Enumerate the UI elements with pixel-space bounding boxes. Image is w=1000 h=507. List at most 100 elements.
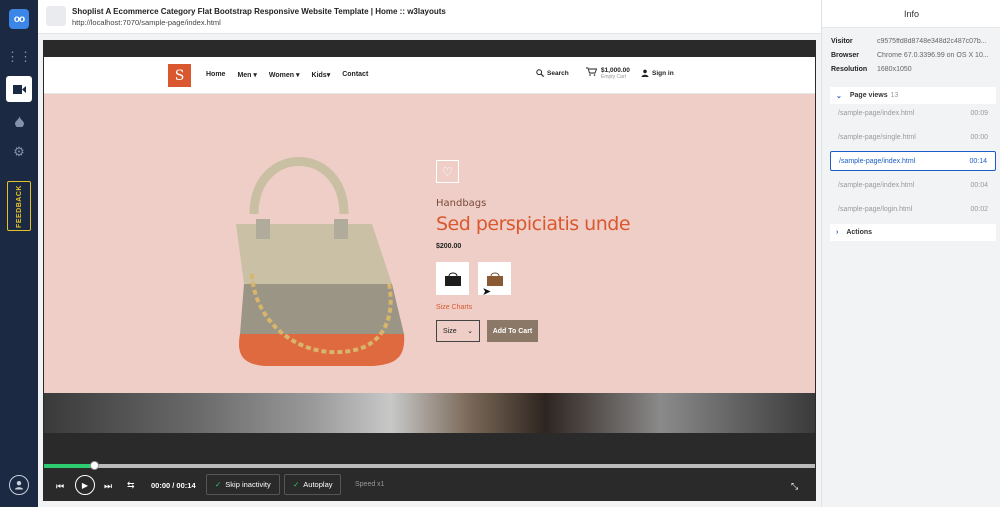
play-button[interactable]: ▶ [75,475,95,495]
wishlist-heart-icon[interactable]: ♡ [436,160,459,183]
check-icon: ✓ [293,480,300,489]
chevron-down-icon: ⌄ [467,328,473,335]
player-controls: ⏮ ▶ ⏭ ⇆ 00:00 / 00:14 ✓ Skip inactivity ✓… [43,472,816,501]
video-camera-icon-svg [12,84,26,94]
size-select-value: Size [443,327,457,335]
page-view-path: /sample-page/index.html [838,181,915,189]
page-view-item[interactable]: /sample-page/index.html 00:04 [830,175,996,195]
favicon-placeholder [46,6,66,26]
add-to-cart-button[interactable]: Add To Cart [487,320,538,342]
site-menu: Home Men ▾ Women ▾ Kids▾ Contact [206,71,380,79]
page-views-count: 13 [890,92,899,99]
page-view-path: /sample-page/single.html [838,133,916,141]
product-thumbnail-black[interactable] [436,262,469,295]
user-icon-svg [15,481,23,490]
actions-header[interactable]: › Actions [830,224,996,241]
search-label: Search [547,69,569,77]
resolution-label: Resolution [831,66,868,73]
mouse-cursor-icon: ➤ [482,286,492,298]
info-panel: Info Visitor c9575ffd8d8748e348d2c487c07… [821,0,1000,507]
user-avatar-icon[interactable] [9,475,29,495]
street-photo-banner [44,393,815,433]
app-logo[interactable]: oo [9,9,29,29]
search-icon [536,69,544,77]
loop-icon[interactable]: ⇆ [127,480,135,491]
skip-inactivity-toggle[interactable]: ✓ Skip inactivity [206,474,280,495]
product-category: Handbags [436,198,487,209]
page-views-label: Page views [849,92,888,99]
drop-icon-svg [14,115,24,127]
page-view-item[interactable]: /sample-page/index.html 00:09 [830,103,996,123]
visitor-label: Visitor [831,38,853,45]
user-icon [641,69,649,77]
product-hero: ♡ Handbags Sed perspiciatis unde $200.00… [44,94,815,393]
page-views-header[interactable]: ⌄ Page views 13 [830,87,996,104]
page-view-item[interactable]: /sample-page/single.html 00:00 [830,127,996,147]
autoplay-label: Autoplay [303,480,333,489]
size-select[interactable]: Size ⌄ [436,320,480,342]
replay-progress-fill [44,464,95,468]
app-logo-text: oo [13,13,25,25]
cart-amount: $1,000.00 [601,67,630,74]
fullscreen-icon[interactable]: ⤡ [791,481,798,492]
feedback-label: FEEDBACK [15,184,23,228]
autoplay-toggle[interactable]: ✓ Autoplay [284,474,342,495]
cart-icon [586,67,597,76]
resolution-value: 1680x1050 [877,66,912,73]
page-title: Shoplist A Ecommerce Category Flat Boots… [72,7,446,16]
speed-control[interactable]: Speed x1 [355,481,385,488]
skip-to-start-icon[interactable]: ⏮ [56,481,64,492]
page-view-time: 00:14 [969,157,987,165]
page-view-path: /sample-page/index.html [838,109,915,117]
check-icon: ✓ [215,480,222,489]
drop-icon[interactable] [0,108,38,134]
session-replay-app: oo ⋮⋮ ⚙ FEEDBACK Shoplist A Ecommerce Ca… [0,0,1000,507]
page-view-time: 00:09 [970,109,988,117]
signin-label: Sign in [652,69,674,77]
bag-thumb-black-icon [444,272,461,286]
size-charts-link[interactable]: Size Charts [436,304,472,311]
handbag-image [236,157,405,366]
site-cart[interactable]: $1,000.00 Empty Cart [586,67,630,80]
cart-status: Empty Cart [601,74,627,80]
page-view-path: /sample-page/login.html [838,205,913,213]
browser-label: Browser [831,52,860,59]
browser-value: Chrome 67.0.3396.99 on OS X 10... [877,52,989,59]
site-logo[interactable]: S [168,64,191,87]
site-navbar: S Home Men ▾ Women ▾ Kids▾ Contact Searc… [44,57,815,94]
product-name: Sed perspiciatis unde [436,213,631,235]
menu-men[interactable]: Men ▾ [237,71,256,79]
chevron-right-icon: › [836,229,839,236]
product-price: $200.00 [436,243,462,250]
site-signin[interactable]: Sign in [641,69,674,77]
session-header: Shoplist A Ecommerce Category Flat Boots… [38,0,821,34]
replay-progress-handle[interactable] [90,461,100,470]
site-search[interactable]: Search [536,69,569,77]
page-view-time: 00:04 [970,181,988,189]
page-view-path: /sample-page/index.html [839,157,916,165]
replay-viewport: S Home Men ▾ Women ▾ Kids▾ Contact Searc… [44,57,815,433]
menu-contact[interactable]: Contact [342,71,368,79]
menu-women[interactable]: Women ▾ [269,71,300,79]
page-view-item-active[interactable]: /sample-page/index.html 00:14 [830,151,996,171]
visitor-value: c9575ffd8d8748e348d2c487c07b... [877,38,987,45]
skip-to-end-icon[interactable]: ⏭ [104,481,112,492]
playback-time: 00:00 / 00:14 [151,481,196,490]
gear-icon[interactable]: ⚙ [0,139,38,165]
info-title: Info [822,0,1000,28]
actions-label: Actions [846,229,873,236]
left-sidebar: oo ⋮⋮ ⚙ FEEDBACK [0,0,38,507]
replay-progress-bar[interactable] [44,461,815,470]
page-url: http://localhost:7070/sample-page/index.… [72,18,221,27]
feedback-tab[interactable]: FEEDBACK [7,181,31,231]
menu-kids[interactable]: Kids▾ [312,71,331,79]
apps-grid-icon[interactable]: ⋮⋮ [0,44,38,70]
page-view-item[interactable]: /sample-page/login.html 00:02 [830,199,996,219]
page-view-time: 00:02 [970,205,988,213]
chevron-down-icon: ⌄ [836,92,842,100]
menu-home[interactable]: Home [206,71,225,79]
replay-player: S Home Men ▾ Women ▾ Kids▾ Contact Searc… [43,40,816,501]
page-view-time: 00:00 [970,133,988,141]
skip-inactivity-label: Skip inactivity [225,480,271,489]
video-camera-icon[interactable] [6,76,32,102]
